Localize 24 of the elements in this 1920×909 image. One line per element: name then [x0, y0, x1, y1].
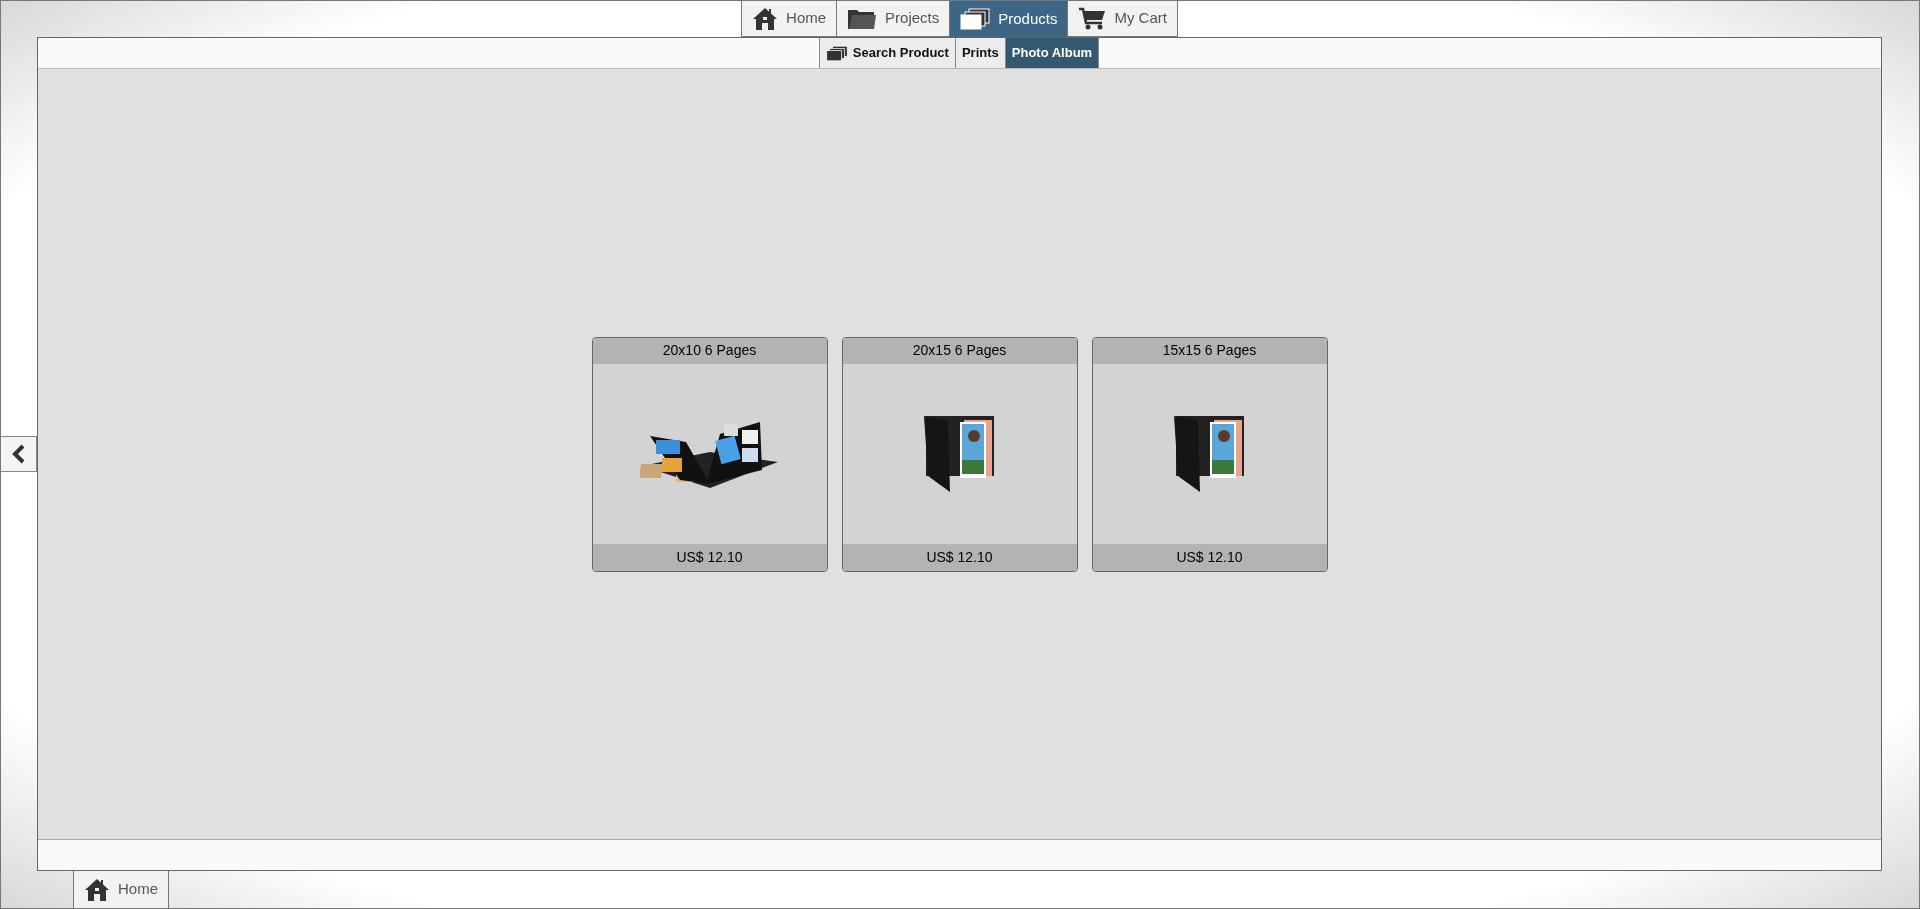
- home-icon: [752, 6, 779, 31]
- nav-tab[interactable]: My Cart: [1067, 1, 1178, 37]
- nav-tab[interactable]: Products: [949, 1, 1069, 37]
- folder-icon: [847, 7, 878, 30]
- stack-icon: [960, 8, 991, 30]
- nav-tab[interactable]: Home: [741, 1, 838, 37]
- product-price: US$ 12.10: [592, 543, 827, 571]
- product-price: US$ 12.10: [1092, 543, 1327, 571]
- home-tab[interactable]: Home: [73, 871, 169, 908]
- sub-tab[interactable]: Photo Album: [1004, 38, 1100, 68]
- product-title: 20x10 6 Pages: [592, 337, 827, 364]
- sub-tab[interactable]: Prints: [954, 38, 1006, 68]
- sub-tab[interactable]: Search Product: [818, 38, 956, 68]
- product-title: 20x15 6 Pages: [842, 337, 1077, 364]
- product-card[interactable]: 20x15 6 Pages US$ 12.10: [841, 336, 1078, 572]
- cart-icon: [1078, 6, 1107, 31]
- product-card[interactable]: 20x10 6 Pages US$ 12.10: [591, 336, 828, 572]
- product-card[interactable]: 15x15 6 Pages US$ 12.10: [1091, 336, 1328, 572]
- back-button[interactable]: [1, 436, 37, 472]
- nav-tab[interactable]: Projects: [836, 1, 951, 37]
- home-icon: [84, 877, 110, 902]
- product-price: US$ 12.10: [842, 543, 1077, 571]
- stack-icon: [825, 44, 848, 62]
- product-title: 15x15 6 Pages: [1092, 337, 1327, 364]
